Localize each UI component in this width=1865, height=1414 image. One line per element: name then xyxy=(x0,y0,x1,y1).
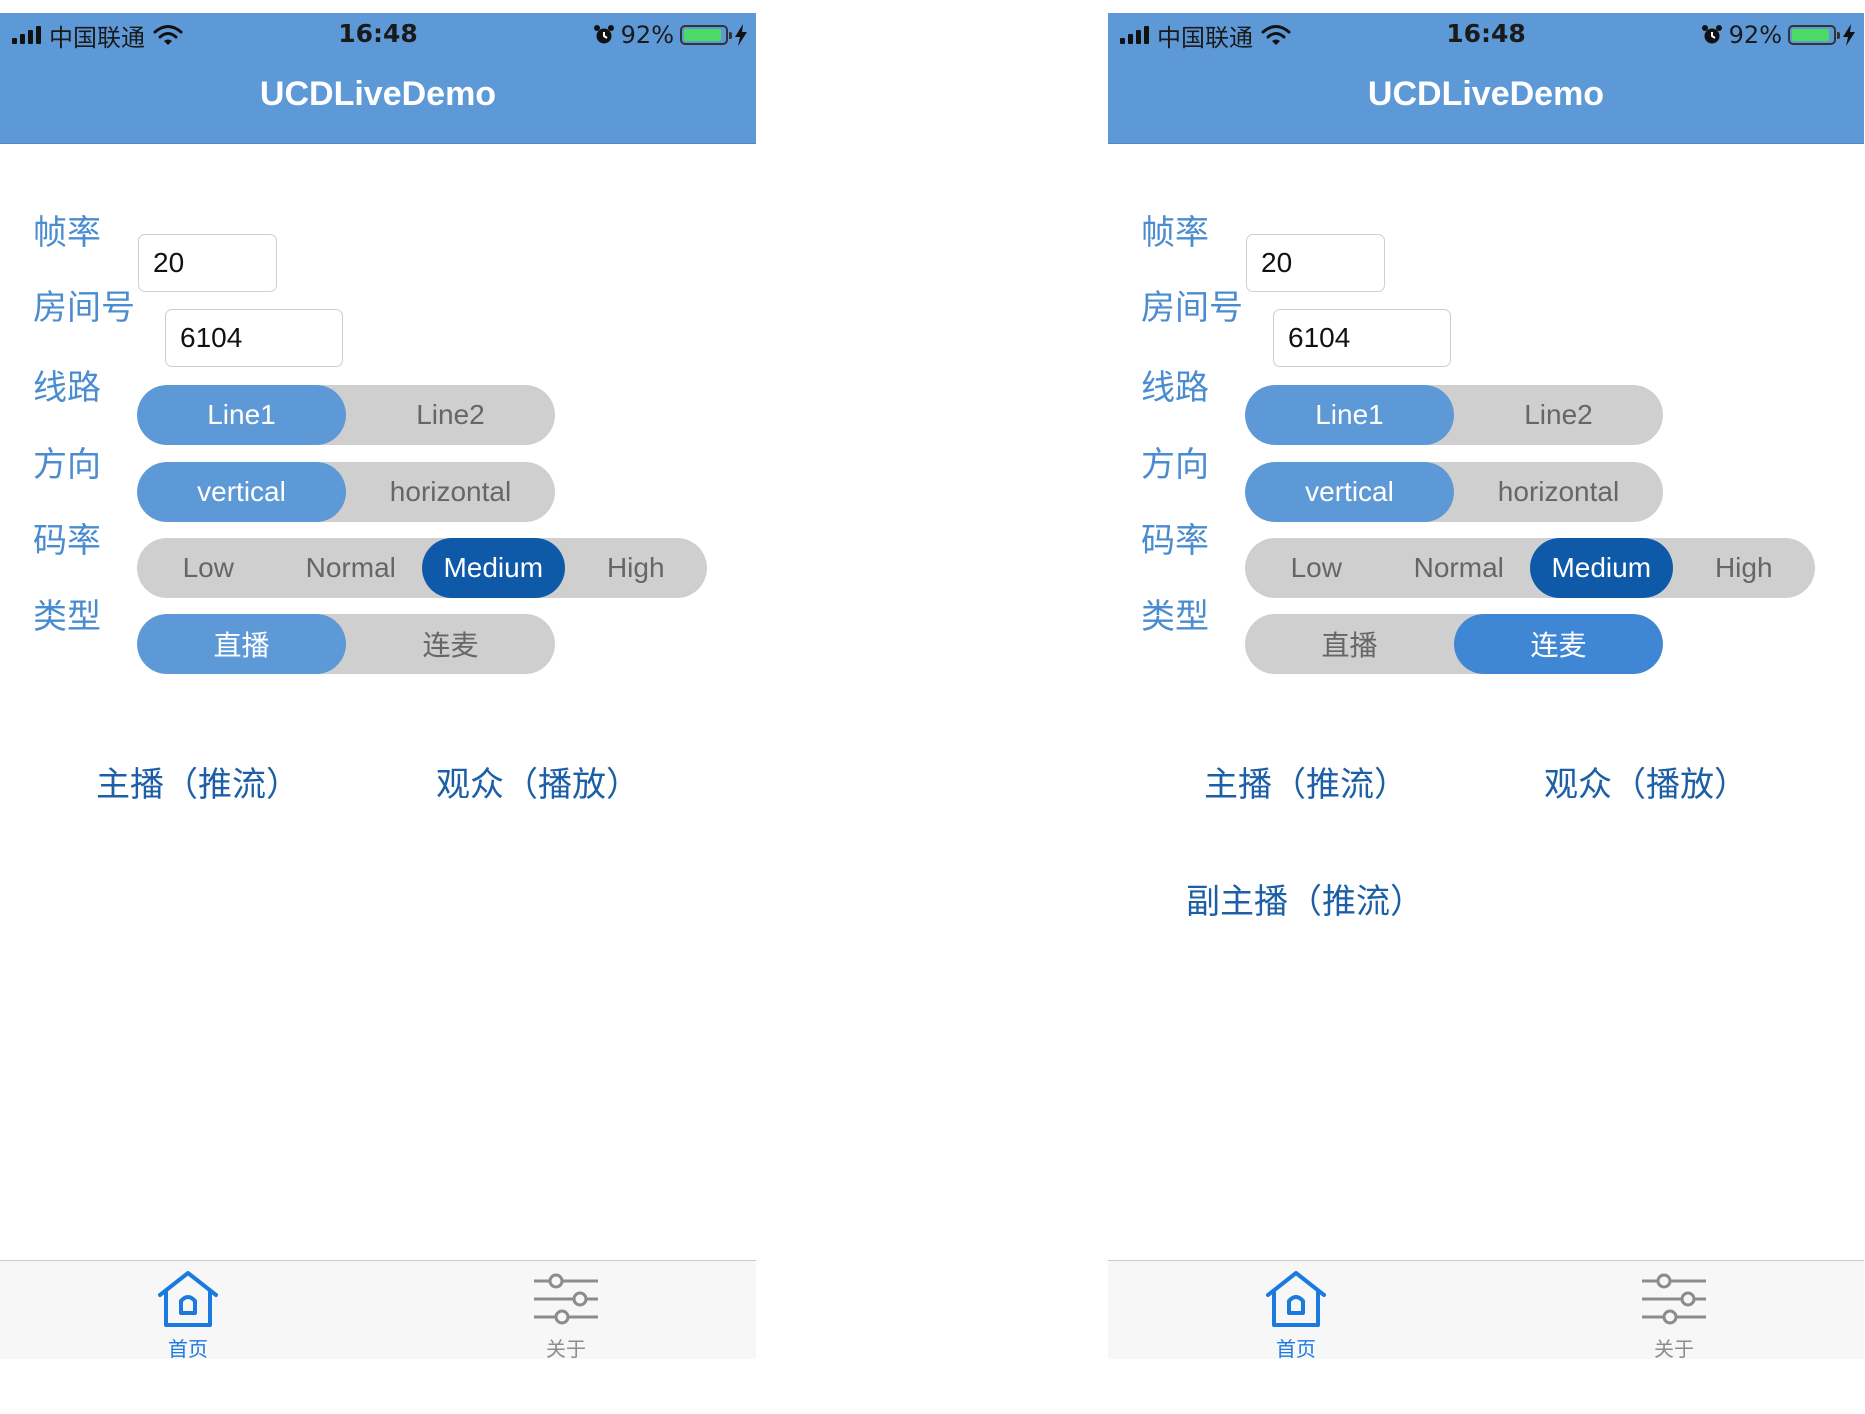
co-anchor-push-button[interactable]: 副主播（推流） xyxy=(1186,880,1424,924)
line-label: 线路 xyxy=(1141,368,1209,408)
tab-about[interactable]: 关于 xyxy=(1614,1261,1734,1359)
segment-live[interactable]: 直播 xyxy=(1245,614,1454,674)
type-label: 类型 xyxy=(1141,597,1209,637)
segment-co-stream[interactable]: 连麦 xyxy=(1454,614,1663,674)
nav-bar: UCDLiveDemo xyxy=(1108,55,1864,144)
segment-line2[interactable]: Line2 xyxy=(1454,385,1663,445)
fps-input[interactable]: 20 xyxy=(1246,234,1385,292)
phone-screen-2: 中国联通 16:48 92% UCDLiveDemo 帧率 20 房间号 610… xyxy=(1108,13,1864,1359)
line-label: 线路 xyxy=(33,368,101,408)
alarm-icon xyxy=(593,25,614,44)
tab-bar: 首页 关于 xyxy=(1108,1260,1864,1359)
tab-home[interactable]: 首页 xyxy=(128,1261,248,1359)
tab-about[interactable]: 关于 xyxy=(506,1261,626,1359)
direction-label: 方向 xyxy=(33,445,101,485)
segment-co-stream[interactable]: 连麦 xyxy=(346,614,555,674)
direction-label: 方向 xyxy=(1141,445,1209,485)
sliders-icon xyxy=(1642,1273,1706,1325)
direction-segmented-control: vertical horizontal xyxy=(1245,462,1663,522)
segment-medium[interactable]: Medium xyxy=(422,538,565,598)
battery-percent: 92% xyxy=(620,21,674,49)
charging-bolt-icon xyxy=(1843,24,1855,46)
room-input[interactable]: 6104 xyxy=(165,309,343,367)
page-title: UCDLiveDemo xyxy=(259,75,497,113)
bitrate-label: 码率 xyxy=(1141,521,1209,561)
battery-percent: 92% xyxy=(1728,21,1782,49)
fps-label: 帧率 xyxy=(1141,213,1209,253)
alarm-icon xyxy=(1701,25,1722,44)
nav-bar: UCDLiveDemo xyxy=(0,55,756,144)
anchor-push-button[interactable]: 主播（推流） xyxy=(96,763,300,807)
status-bar: 中国联通 16:48 92% xyxy=(1108,13,1864,55)
bitrate-segmented-control: Low Normal Medium High xyxy=(1245,538,1815,598)
type-segmented-control: 直播 连麦 xyxy=(137,614,555,674)
tab-about-label: 关于 xyxy=(1654,1337,1694,1359)
battery-icon xyxy=(1788,25,1840,45)
tab-home-label: 首页 xyxy=(1276,1337,1316,1359)
segment-horizontal[interactable]: horizontal xyxy=(346,462,555,522)
room-label: 房间号 xyxy=(33,288,135,328)
segment-normal[interactable]: Normal xyxy=(280,538,423,598)
direction-segmented-control: vertical horizontal xyxy=(137,462,555,522)
tab-about-label: 关于 xyxy=(546,1337,586,1359)
tab-bar: 首页 关于 xyxy=(0,1260,756,1359)
segment-high[interactable]: High xyxy=(565,538,708,598)
line-segmented-control: Line1 Line2 xyxy=(137,385,555,445)
segment-line1[interactable]: Line1 xyxy=(1245,385,1454,445)
status-bar: 中国联通 16:48 92% xyxy=(0,13,756,55)
segment-medium[interactable]: Medium xyxy=(1530,538,1673,598)
tab-home[interactable]: 首页 xyxy=(1236,1261,1356,1359)
fps-input[interactable]: 20 xyxy=(138,234,277,292)
type-segmented-control: 直播 连麦 xyxy=(1245,614,1663,674)
segment-vertical[interactable]: vertical xyxy=(137,462,346,522)
page-title: UCDLiveDemo xyxy=(1367,75,1605,113)
segment-low[interactable]: Low xyxy=(137,538,280,598)
anchor-push-button[interactable]: 主播（推流） xyxy=(1204,763,1408,807)
segment-horizontal[interactable]: horizontal xyxy=(1454,462,1663,522)
segment-low[interactable]: Low xyxy=(1245,538,1388,598)
segment-line2[interactable]: Line2 xyxy=(346,385,555,445)
sliders-icon xyxy=(534,1273,598,1325)
audience-play-button[interactable]: 观众（播放） xyxy=(1544,763,1748,807)
audience-play-button[interactable]: 观众（播放） xyxy=(436,763,640,807)
bitrate-label: 码率 xyxy=(33,521,101,561)
room-input[interactable]: 6104 xyxy=(1273,309,1451,367)
room-label: 房间号 xyxy=(1141,288,1243,328)
fps-label: 帧率 xyxy=(33,213,101,253)
segment-high[interactable]: High xyxy=(1673,538,1816,598)
segment-live[interactable]: 直播 xyxy=(137,614,346,674)
segment-normal[interactable]: Normal xyxy=(1388,538,1531,598)
bitrate-segmented-control: Low Normal Medium High xyxy=(137,538,707,598)
charging-bolt-icon xyxy=(735,24,747,46)
phone-screen-1: 中国联通 16:48 92% UCDLiveDemo 帧率 20 房间号 610… xyxy=(0,13,756,1359)
battery-icon xyxy=(680,25,732,45)
home-icon xyxy=(158,1271,218,1327)
line-segmented-control: Line1 Line2 xyxy=(1245,385,1663,445)
segment-vertical[interactable]: vertical xyxy=(1245,462,1454,522)
home-icon xyxy=(1266,1271,1326,1327)
tab-home-label: 首页 xyxy=(168,1337,208,1359)
type-label: 类型 xyxy=(33,597,101,637)
segment-line1[interactable]: Line1 xyxy=(137,385,346,445)
